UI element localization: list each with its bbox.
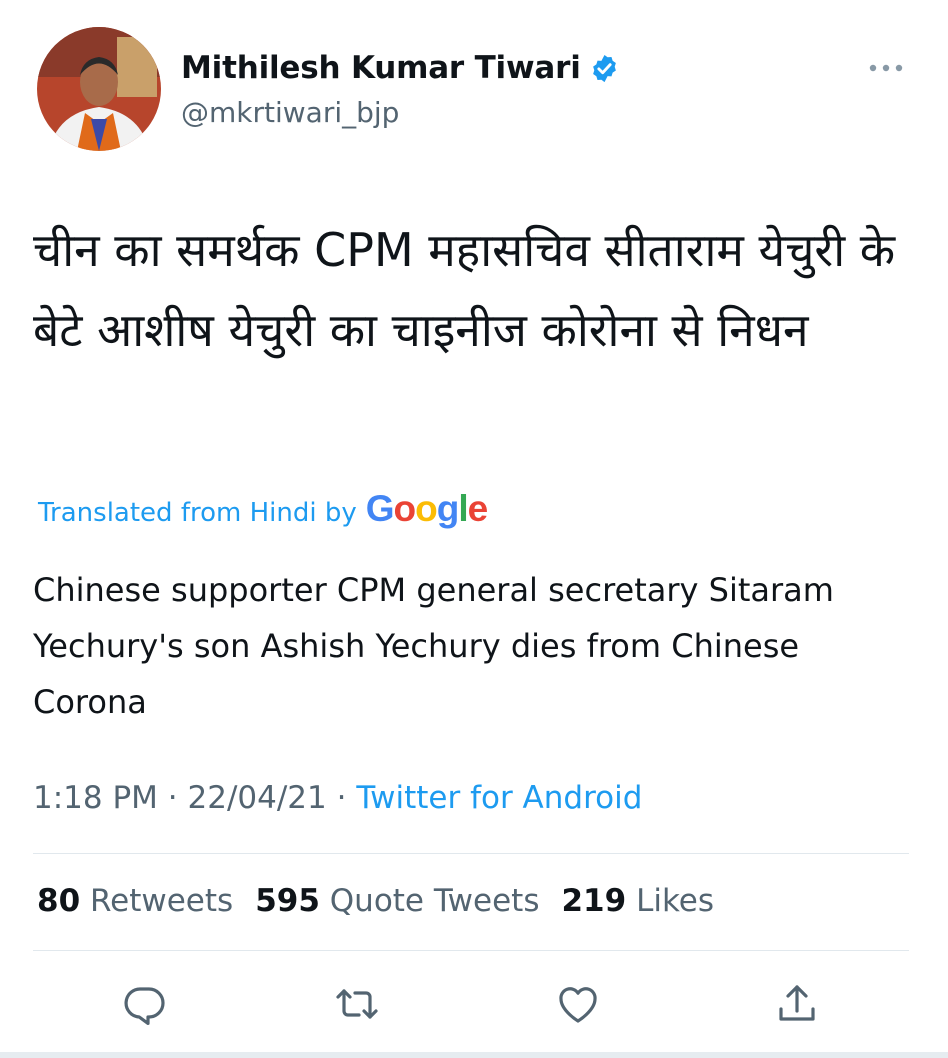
retweet-button[interactable] <box>333 980 381 1028</box>
share-icon <box>779 985 815 1021</box>
tweet-time[interactable]: 1:18 PM <box>33 780 158 816</box>
tweet-date[interactable]: 22/04/21 <box>188 780 327 816</box>
author-name-row[interactable]: Mithilesh Kumar Tiwari <box>181 50 620 86</box>
tweet-text: चीन का समर्थक CPM महासचिव सीताराम येचुरी… <box>33 223 896 357</box>
verified-badge-icon <box>589 53 620 84</box>
author-name[interactable]: Mithilesh Kumar Tiwari <box>181 50 581 86</box>
like-button[interactable] <box>554 980 602 1028</box>
quote-tweets-stat[interactable]: 595 Quote Tweets <box>255 883 539 919</box>
tweet-source[interactable]: Twitter for Android <box>356 780 642 816</box>
reply-button[interactable] <box>121 980 169 1028</box>
divider <box>33 853 909 854</box>
retweets-label: Retweets <box>90 883 234 919</box>
likes-label: Likes <box>636 883 715 919</box>
profile-photo <box>37 27 161 151</box>
retweet-icon <box>336 989 378 1019</box>
likes-count: 219 <box>561 883 627 919</box>
heart-icon <box>559 987 597 1023</box>
likes-stat[interactable]: 219 Likes <box>561 883 714 919</box>
translation-attribution[interactable]: Translated from Hindi by Google <box>38 488 488 530</box>
meta-separator: · <box>167 780 178 816</box>
avatar[interactable] <box>37 27 161 151</box>
retweets-stat[interactable]: 80 Retweets <box>37 883 233 919</box>
share-button[interactable] <box>773 980 821 1028</box>
bottom-bar <box>0 1052 948 1058</box>
meta-separator: · <box>336 780 347 816</box>
translated-label: Translated from Hindi by <box>38 498 357 528</box>
google-logo: Google <box>365 488 488 529</box>
more-options-icon[interactable] <box>866 58 906 78</box>
tweet-meta: 1:18 PM · 22/04/21 · Twitter for Android <box>33 780 642 816</box>
retweets-count: 80 <box>37 883 81 919</box>
quote-tweets-count: 595 <box>255 883 320 919</box>
tweet-stats: 80 Retweets 595 Quote Tweets 219 Likes <box>37 883 736 919</box>
author-handle[interactable]: @mkrtiwari_bjp <box>181 96 399 129</box>
quote-tweets-label: Quote Tweets <box>329 883 540 919</box>
translated-text: Chinese supporter CPM general secretary … <box>33 571 834 721</box>
reply-icon <box>124 987 165 1025</box>
divider <box>33 950 909 951</box>
